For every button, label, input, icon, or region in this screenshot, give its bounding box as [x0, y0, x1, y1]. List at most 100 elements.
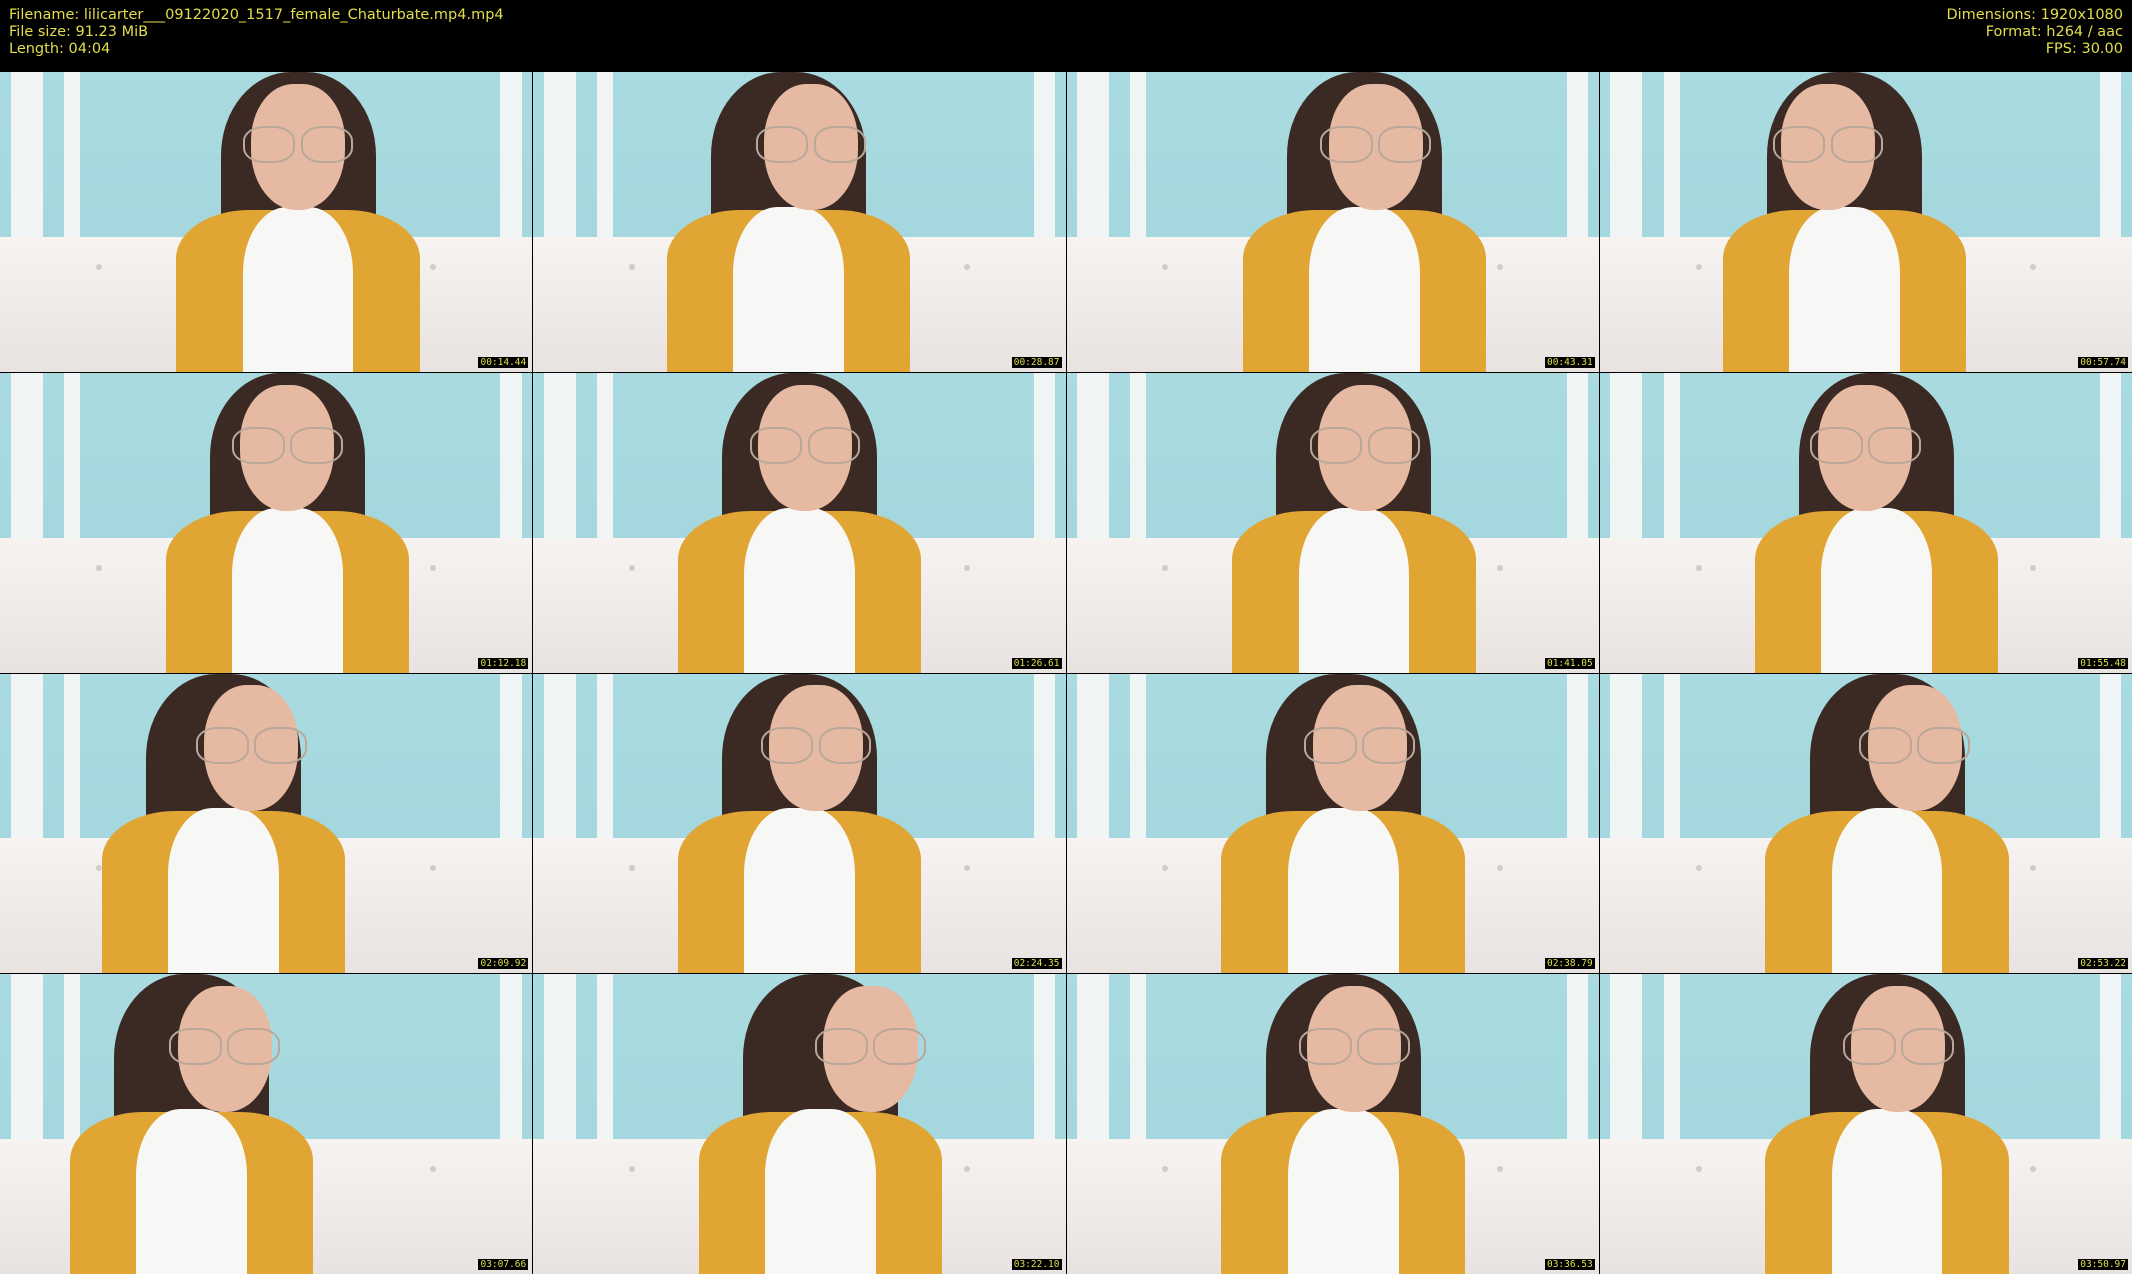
timestamp-label: 02:38.79: [1544, 958, 1595, 970]
thumbnail-frame[interactable]: 01:26.61: [533, 372, 1066, 673]
timestamp-label: 01:55.48: [2078, 657, 2128, 669]
lens: [1378, 125, 1431, 163]
thumbnail-frame[interactable]: 02:53.22: [1599, 673, 2132, 974]
glasses-icon: [755, 125, 867, 163]
thumbnail-frame[interactable]: 01:41.05: [1066, 372, 1599, 673]
top-shirt: [242, 206, 354, 372]
wall-panel: [1663, 72, 1680, 237]
thumbnail-frame[interactable]: 03:22.10: [533, 974, 1066, 1274]
wall-panel: [2100, 372, 2122, 538]
thumbnail-frame[interactable]: 00:43.31: [1066, 72, 1599, 372]
lens: [1842, 1028, 1896, 1066]
top-shirt: [1287, 808, 1399, 974]
wall-panel: [1566, 72, 1589, 237]
lens: [1304, 727, 1358, 765]
timestamp-label: 03:36.53: [1544, 1259, 1595, 1270]
person-figure: [650, 72, 927, 372]
thumbnail-frame[interactable]: 03:36.53: [1066, 974, 1599, 1274]
person-figure: [682, 974, 959, 1274]
thumbnail-frame[interactable]: 02:09.92: [0, 673, 533, 974]
timestamp-label: 00:43.31: [1544, 356, 1595, 368]
thumbnail-frame[interactable]: 03:07.66: [0, 974, 533, 1274]
lens: [818, 727, 872, 765]
wall-panel: [1663, 974, 1680, 1140]
top-shirt: [1831, 808, 1943, 974]
wall-panel: [500, 372, 522, 538]
dimensions-text: Dimensions: 1920x1080: [1946, 7, 2123, 23]
lens: [873, 1028, 926, 1066]
thumbnail-frame[interactable]: 01:55.48: [1599, 372, 2132, 673]
wall-panel: [1077, 974, 1110, 1140]
glasses-icon: [1320, 125, 1431, 163]
top-shirt: [1789, 206, 1900, 372]
wall-panel: [2100, 72, 2122, 237]
lens: [807, 426, 861, 464]
thumbnail-frame[interactable]: 02:24.35: [533, 673, 1066, 974]
thumbnail-frame[interactable]: 00:14.44: [0, 72, 533, 372]
wall-panel: [1610, 974, 1643, 1140]
wall-panel: [597, 372, 614, 538]
person-figure: [1738, 372, 2015, 673]
person-figure: [1749, 673, 2026, 974]
lens: [253, 727, 307, 765]
lens: [749, 426, 803, 464]
lens: [227, 1028, 281, 1066]
person-figure: [85, 673, 362, 974]
wall-panel: [1566, 673, 1589, 839]
top-shirt: [1287, 1109, 1399, 1274]
top-shirt: [232, 507, 343, 673]
wall-panel: [1130, 673, 1147, 839]
glasses-icon: [195, 727, 307, 765]
wall-panel: [1663, 372, 1680, 538]
wall-panel: [10, 372, 43, 538]
timestamp-label: 00:28.87: [1011, 356, 1062, 368]
wall-panel: [1610, 72, 1643, 237]
thumbnail-frame[interactable]: 03:50.97: [1599, 974, 2132, 1274]
person-figure: [661, 372, 938, 673]
wall-panel: [1033, 673, 1055, 839]
filename-text: Filename: lilicarter___09122020_1517_fem…: [9, 7, 504, 23]
person-figure: [1706, 72, 1983, 372]
person-figure: [53, 974, 330, 1274]
file-info-left: Filename: lilicarter___09122020_1517_fem…: [9, 7, 504, 58]
top-shirt: [744, 808, 855, 974]
person-figure: [1749, 974, 2026, 1274]
lens: [300, 125, 354, 163]
top-shirt: [733, 206, 845, 372]
timestamp-label: 01:41.05: [1544, 657, 1595, 669]
lens: [169, 1028, 223, 1066]
wall-panel: [63, 72, 80, 237]
wall-panel: [1130, 72, 1147, 237]
top-shirt: [1298, 507, 1410, 673]
wall-panel: [543, 974, 576, 1140]
thumbnail-frame[interactable]: 00:28.87: [533, 72, 1066, 372]
thumbnail-frame[interactable]: 00:57.74: [1599, 72, 2132, 372]
wall-panel: [597, 72, 614, 237]
wall-panel: [1033, 974, 1055, 1140]
format-text: Format: h264 / aac: [1985, 24, 2123, 40]
lens: [1309, 426, 1363, 464]
wall-panel: [1610, 673, 1643, 839]
lens: [1830, 125, 1884, 163]
lens: [1367, 426, 1421, 464]
wall-panel: [2100, 673, 2122, 839]
glasses-icon: [232, 426, 343, 464]
wall-panel: [597, 974, 614, 1140]
glasses-icon: [242, 125, 354, 163]
lens: [1356, 1028, 1410, 1066]
lens: [760, 727, 814, 765]
person-figure: [1226, 72, 1503, 372]
top-shirt: [168, 808, 279, 974]
top-shirt: [1309, 206, 1420, 372]
lens: [1362, 727, 1416, 765]
wall-panel: [500, 72, 522, 237]
lens: [755, 125, 809, 163]
lens: [1320, 125, 1373, 163]
thumbnail-frame[interactable]: 02:38.79: [1066, 673, 1599, 974]
timestamp-label: 00:57.74: [2078, 356, 2128, 368]
thumbnail-frame[interactable]: 01:12.18: [0, 372, 533, 673]
glasses-icon: [815, 1028, 926, 1066]
wall-panel: [10, 72, 43, 237]
timestamp-label: 03:50.97: [2078, 1259, 2128, 1270]
top-shirt: [765, 1109, 876, 1274]
